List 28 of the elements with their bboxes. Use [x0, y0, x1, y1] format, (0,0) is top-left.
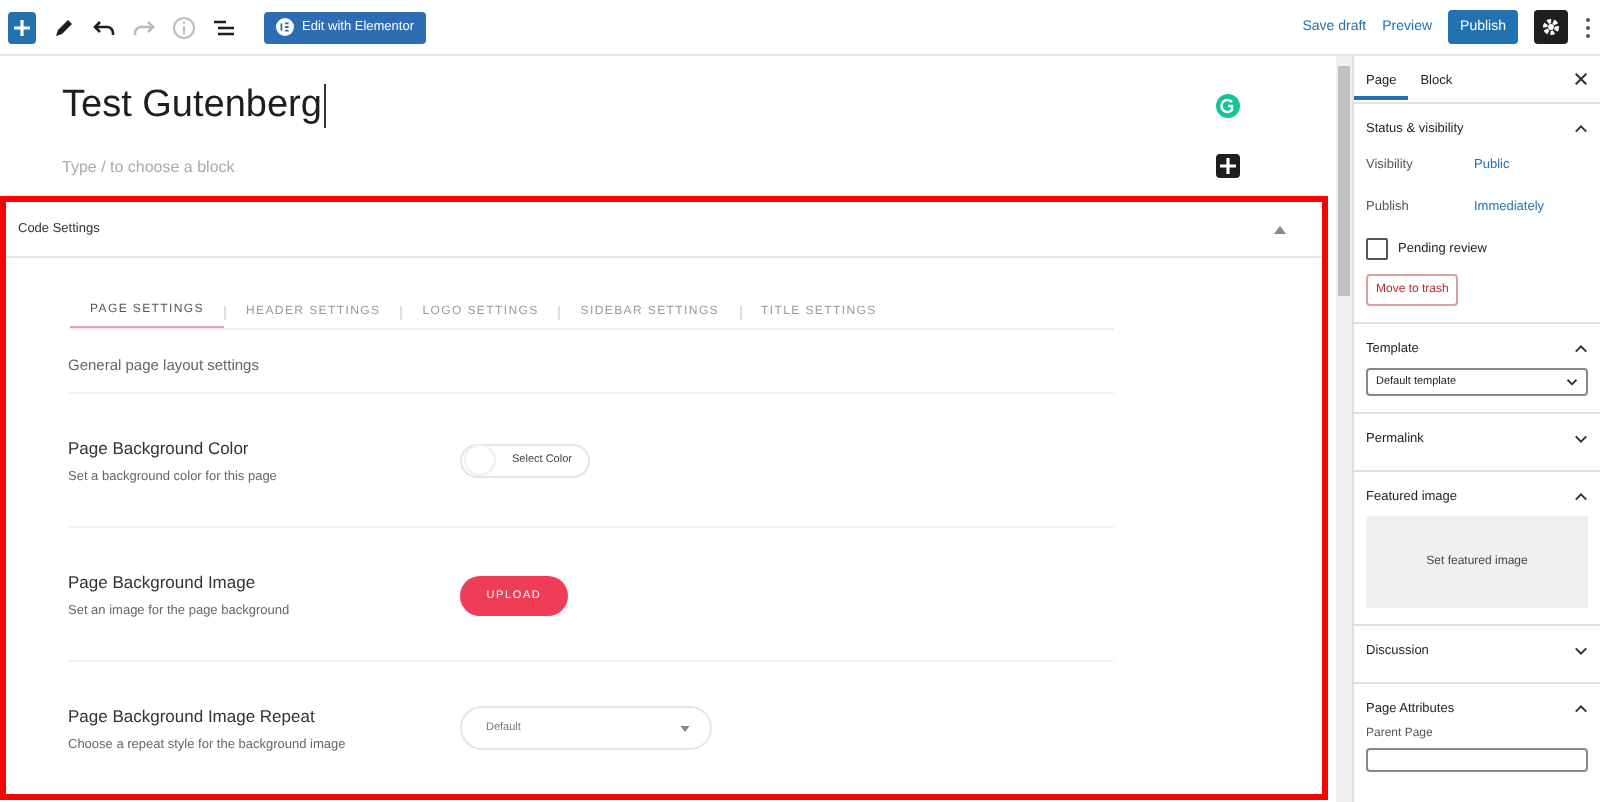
setting-label: Page Background Color	[68, 437, 251, 457]
more-options-icon[interactable]	[1584, 15, 1592, 39]
dropdown-icon	[680, 725, 690, 731]
chevron-icon[interactable]	[1574, 645, 1588, 655]
post-title[interactable]: Test Gutenberg	[62, 84, 326, 128]
setting-label: Page Background Image Repeat	[68, 705, 317, 725]
elementor-icon	[276, 18, 294, 36]
chevron-icon	[1566, 378, 1578, 386]
undo-icon[interactable]	[92, 15, 116, 39]
add-block-button[interactable]	[1216, 154, 1240, 178]
settings-icon	[1540, 16, 1562, 38]
settings-button[interactable]	[1534, 10, 1568, 44]
chevron-icon[interactable]	[1574, 123, 1588, 133]
parent-page-field[interactable]	[1366, 748, 1588, 772]
chevron-icon[interactable]	[1574, 703, 1588, 713]
chevron-icon[interactable]	[1574, 491, 1588, 501]
plus-icon	[1220, 158, 1236, 174]
checkbox[interactable]	[1366, 237, 1388, 259]
list-view-icon[interactable]	[212, 15, 236, 39]
close-icon[interactable]	[1574, 72, 1588, 86]
plus-icon	[12, 17, 32, 37]
scrollbar-thumb[interactable]	[1338, 66, 1350, 296]
pencil-icon[interactable]	[52, 15, 76, 39]
collapse-icon[interactable]	[1274, 225, 1286, 233]
color-swatch	[464, 444, 496, 476]
chevron-icon[interactable]	[1574, 343, 1588, 353]
chevron-icon[interactable]	[1574, 433, 1588, 443]
setting-label: Page Background Image	[68, 571, 258, 591]
